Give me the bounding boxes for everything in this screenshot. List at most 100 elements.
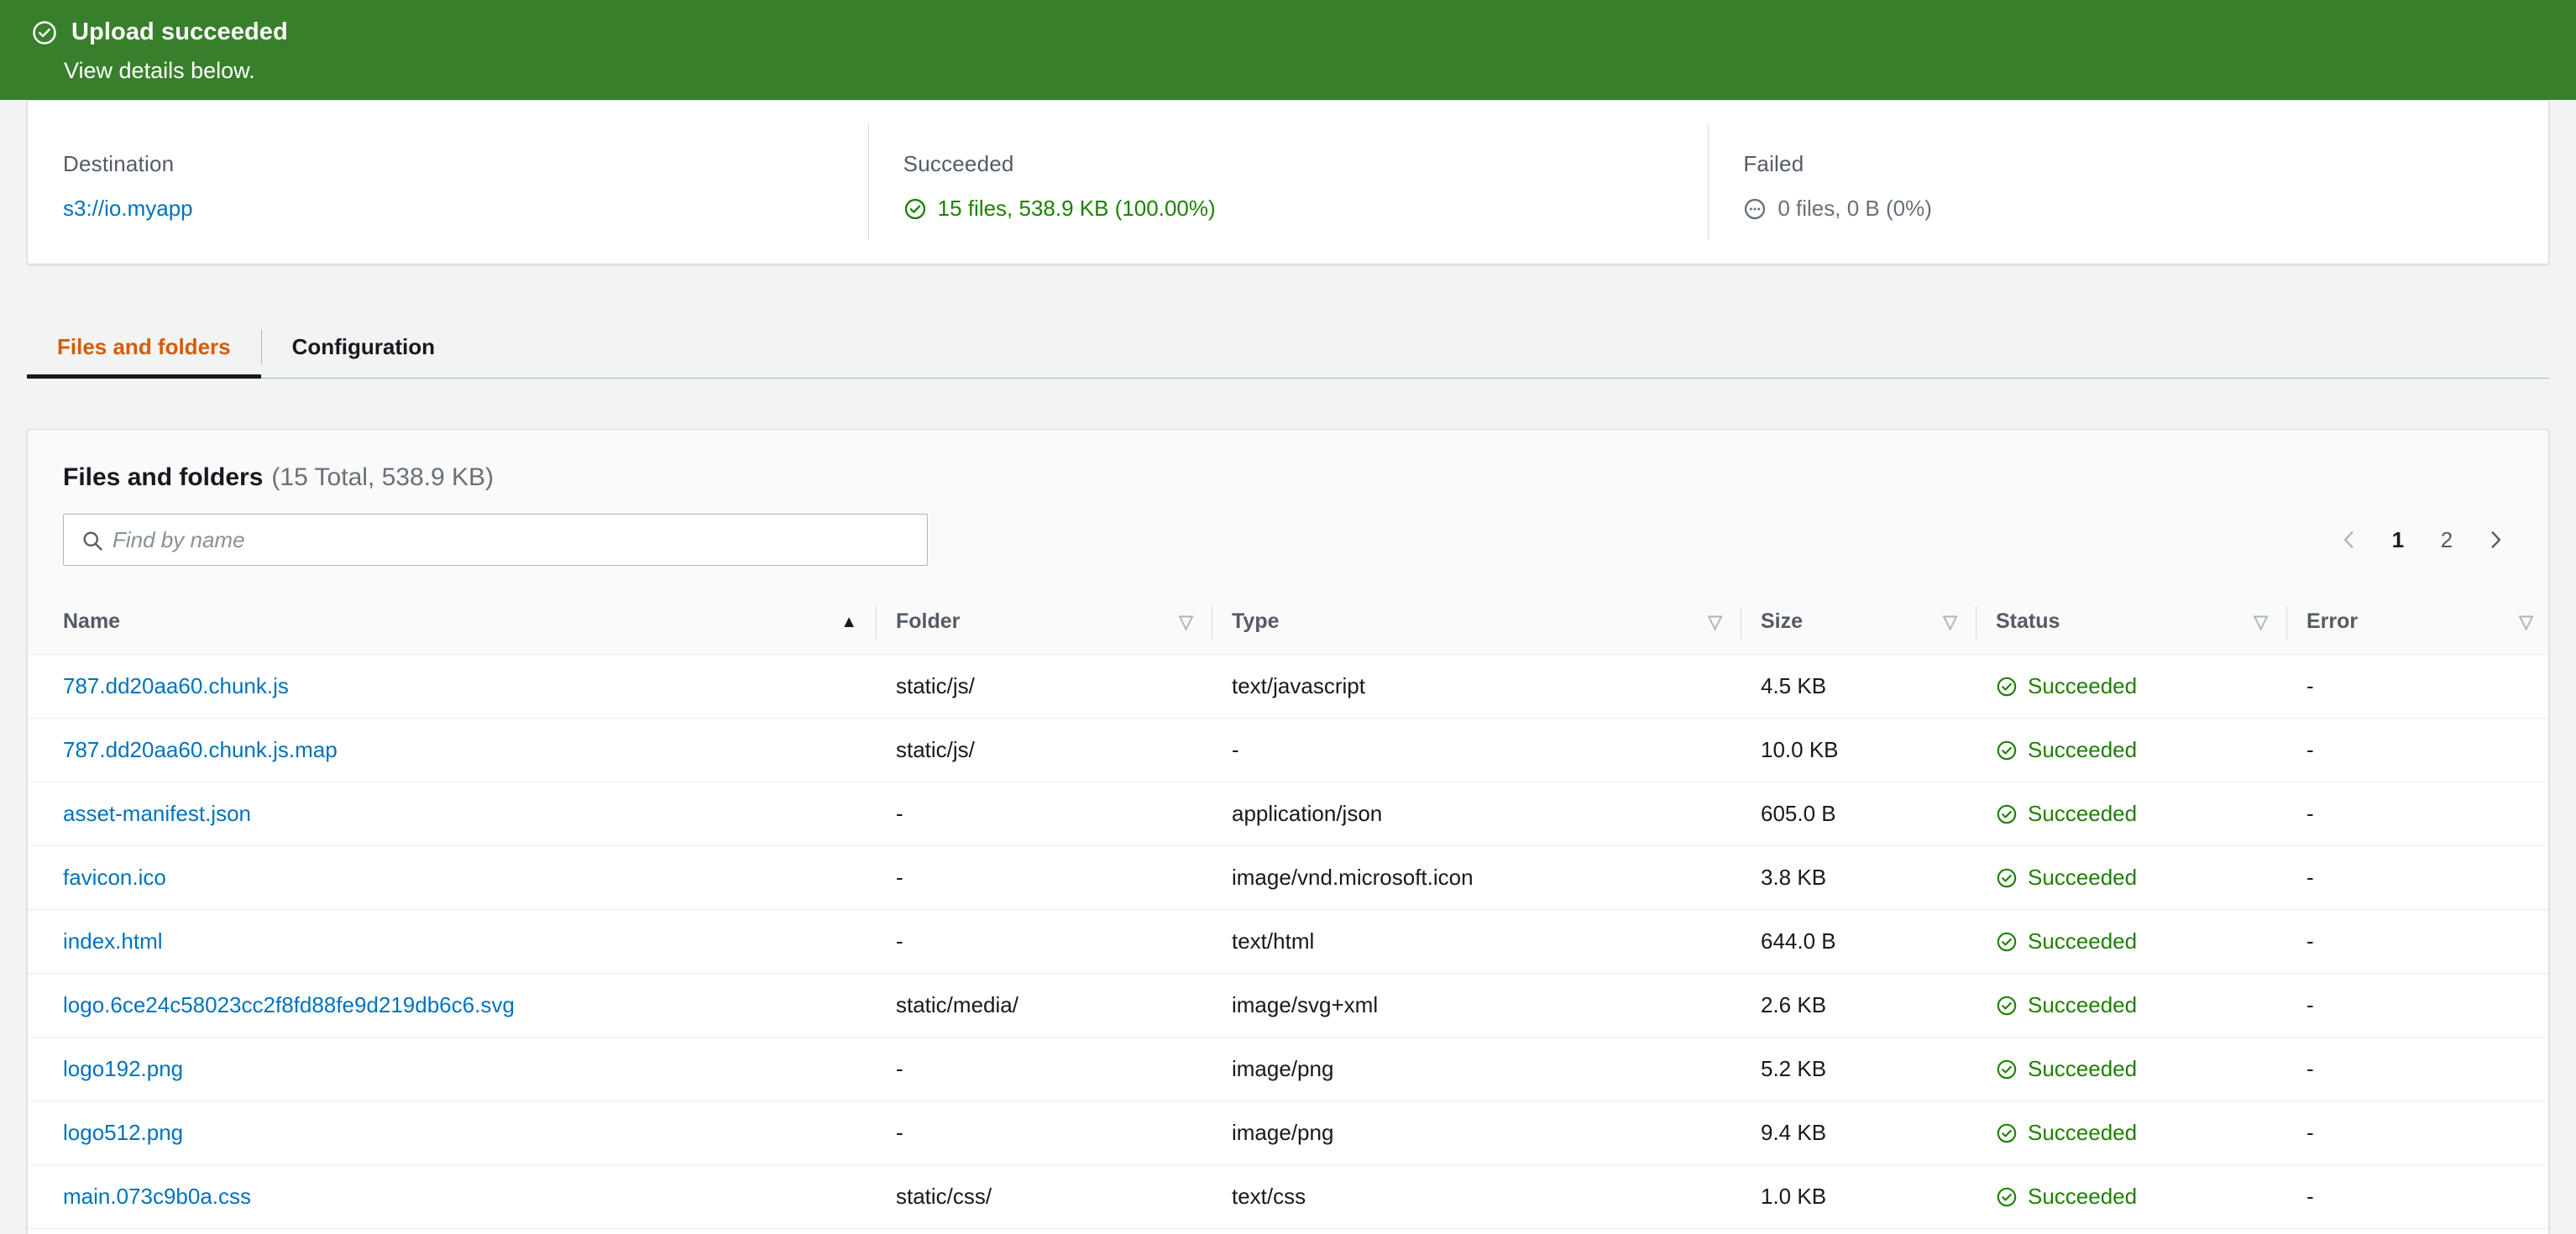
table-row: asset-manifest.json - application/json 605.… [28,782,2548,846]
cell-type: - [1212,718,1741,782]
cell-error: - [2286,654,2548,719]
cell-type: text/css [1212,1164,1741,1229]
cell-name: logo.6ce24c58023cc2f8fd88fe9d219db6c6.sv… [28,973,876,1038]
cell-folder: static/js/ [876,718,1212,782]
column-header-status[interactable]: Status ▽ [1976,591,2286,655]
page-2-button[interactable]: 2 [2422,515,2471,564]
file-link[interactable]: 787.dd20aa60.chunk.js.map [63,737,338,762]
cell-name: logo512.png [28,1101,876,1165]
cell-error: - [2286,909,2548,974]
table-row: main.073c9b0a.css static/css/text/css 1.0 … [28,1164,2548,1229]
cell-size: 1.0 KB [1741,1164,1976,1229]
cell-status: Succeeded [1976,1037,2286,1101]
cell-folder: static/css/ [876,1164,1212,1229]
column-header-error-label: Error [2306,609,2359,633]
check-circle-icon [32,20,57,50]
check-circle-icon [1996,1186,2018,1208]
status-label: Succeeded [2028,801,2138,826]
card-count: (15 Total, 538.9 KB) [271,463,494,491]
cell-type: text/javascript [1212,654,1741,719]
column-header-name[interactable]: Name ▲ [28,591,876,655]
cell-name: asset-manifest.json [28,782,876,846]
status-label: Succeeded [2028,1056,2138,1081]
table-row: logo512.png - image/png 9.4 KB Succeeded - [28,1101,2548,1165]
cell-error: - [2286,1164,2548,1229]
status-label: Succeeded [2028,992,2138,1017]
check-circle-icon [1996,740,2018,761]
cell-folder: - [876,782,1212,846]
file-link[interactable]: logo192.png [63,1056,183,1081]
summary-succeeded: Succeeded 15 files, 538.9 KB (100.00%) [867,101,1709,264]
table-toolbar: 1 2 [28,492,2548,591]
destination-label: Destination [63,151,175,176]
check-circle-icon [903,197,927,221]
check-circle-icon [1996,995,2018,1017]
table-row: main.073c9b0a.css.mapstatic/css/-1.5 KBS… [28,1228,2548,1234]
cell-name: main.073c9b0a.css.map [28,1228,876,1234]
page-1-button[interactable]: 1 [2374,515,2422,564]
cell-status: Succeeded [1976,1164,2286,1229]
ellipsis-circle-icon [1743,197,1767,221]
status-label: Succeeded [2028,737,2138,762]
check-circle-icon [1996,803,2018,825]
cell-status: Succeeded [1976,1101,2286,1165]
cell-folder: - [876,1101,1212,1165]
status-label: Succeeded [2028,1120,2138,1145]
table-row: 787.dd20aa60.chunk.js static/js/text/java… [28,654,2548,719]
cell-name: logo192.png [28,1037,876,1101]
status-label: Succeeded [2028,1184,2138,1209]
cell-status: Succeeded [1976,1228,2286,1234]
destination-link[interactable]: s3://io.myapp [63,196,193,222]
column-header-folder[interactable]: Folder ▽ [876,591,1212,655]
cell-folder: - [876,909,1212,974]
cell-name: main.073c9b0a.css [28,1164,876,1229]
failed-label: Failed [1743,151,1804,176]
tab-files-and-folders[interactable]: Files and folders [27,316,261,379]
column-header-status-label: Status [1996,609,2060,633]
search-icon [81,529,104,557]
cell-size: 5.2 KB [1741,1037,1976,1101]
column-header-error[interactable]: Error ▽ [2286,591,2548,655]
chevron-right-icon[interactable] [2471,515,2520,564]
failed-value: 0 files, 0 B (0%) [1778,196,1932,221]
table-body: 787.dd20aa60.chunk.js static/js/text/java… [28,654,2548,1234]
tab-bar: Files and folders Configuration [27,316,2549,379]
banner-subtitle: View details below. [64,58,255,83]
file-link[interactable]: asset-manifest.json [63,801,251,826]
file-link[interactable]: favicon.ico [63,865,166,890]
check-circle-icon [1996,931,2018,953]
cell-folder: static/media/ [876,973,1212,1038]
files-table: Name ▲ Folder ▽ Type ▽ Size ▽ Status ▽ E… [28,591,2548,1234]
cell-type: image/png [1212,1101,1741,1165]
cell-size: 10.0 KB [1741,718,1976,782]
tab-files-and-folders-label: Files and folders [57,334,231,359]
cell-size: 2.6 KB [1741,973,1976,1038]
file-link[interactable]: 787.dd20aa60.chunk.js [63,673,289,698]
cell-size: 9.4 KB [1741,1101,1976,1165]
files-and-folders-card: Files and folders (15 Total, 538.9 KB) 1… [27,429,2549,1234]
file-link[interactable]: index.html [63,928,163,954]
cell-error: - [2286,718,2548,782]
check-circle-icon [1996,1122,2018,1144]
file-link[interactable]: main.073c9b0a.css [63,1184,251,1209]
chevron-left-icon[interactable] [2325,515,2374,564]
file-link[interactable]: logo.6ce24c58023cc2f8fd88fe9d219db6c6.sv… [63,992,515,1017]
status-label: Succeeded [2028,865,2138,890]
sort-none-icon: ▽ [1943,610,1957,632]
card-title: Files and folders [63,463,264,491]
file-link[interactable]: logo512.png [63,1120,183,1145]
search-input[interactable] [113,526,887,553]
upload-success-banner: Upload succeeded View details below. [0,0,2576,100]
banner-title: Upload succeeded [71,18,288,45]
search-box[interactable] [63,514,928,566]
succeeded-label: Succeeded [903,151,1014,176]
column-header-type[interactable]: Type ▽ [1212,591,1741,655]
cell-status: Succeeded [1976,654,2286,719]
tab-configuration[interactable]: Configuration [262,316,465,378]
column-header-size[interactable]: Size ▽ [1741,591,1976,655]
table-row: favicon.ico - image/vnd.microsoft.icon 3.8 … [28,845,2548,910]
cell-name: 787.dd20aa60.chunk.js.map [28,718,876,782]
cell-type: image/svg+xml [1212,973,1741,1038]
cell-size: 644.0 B [1741,909,1976,974]
status-label: Succeeded [2028,673,2138,698]
